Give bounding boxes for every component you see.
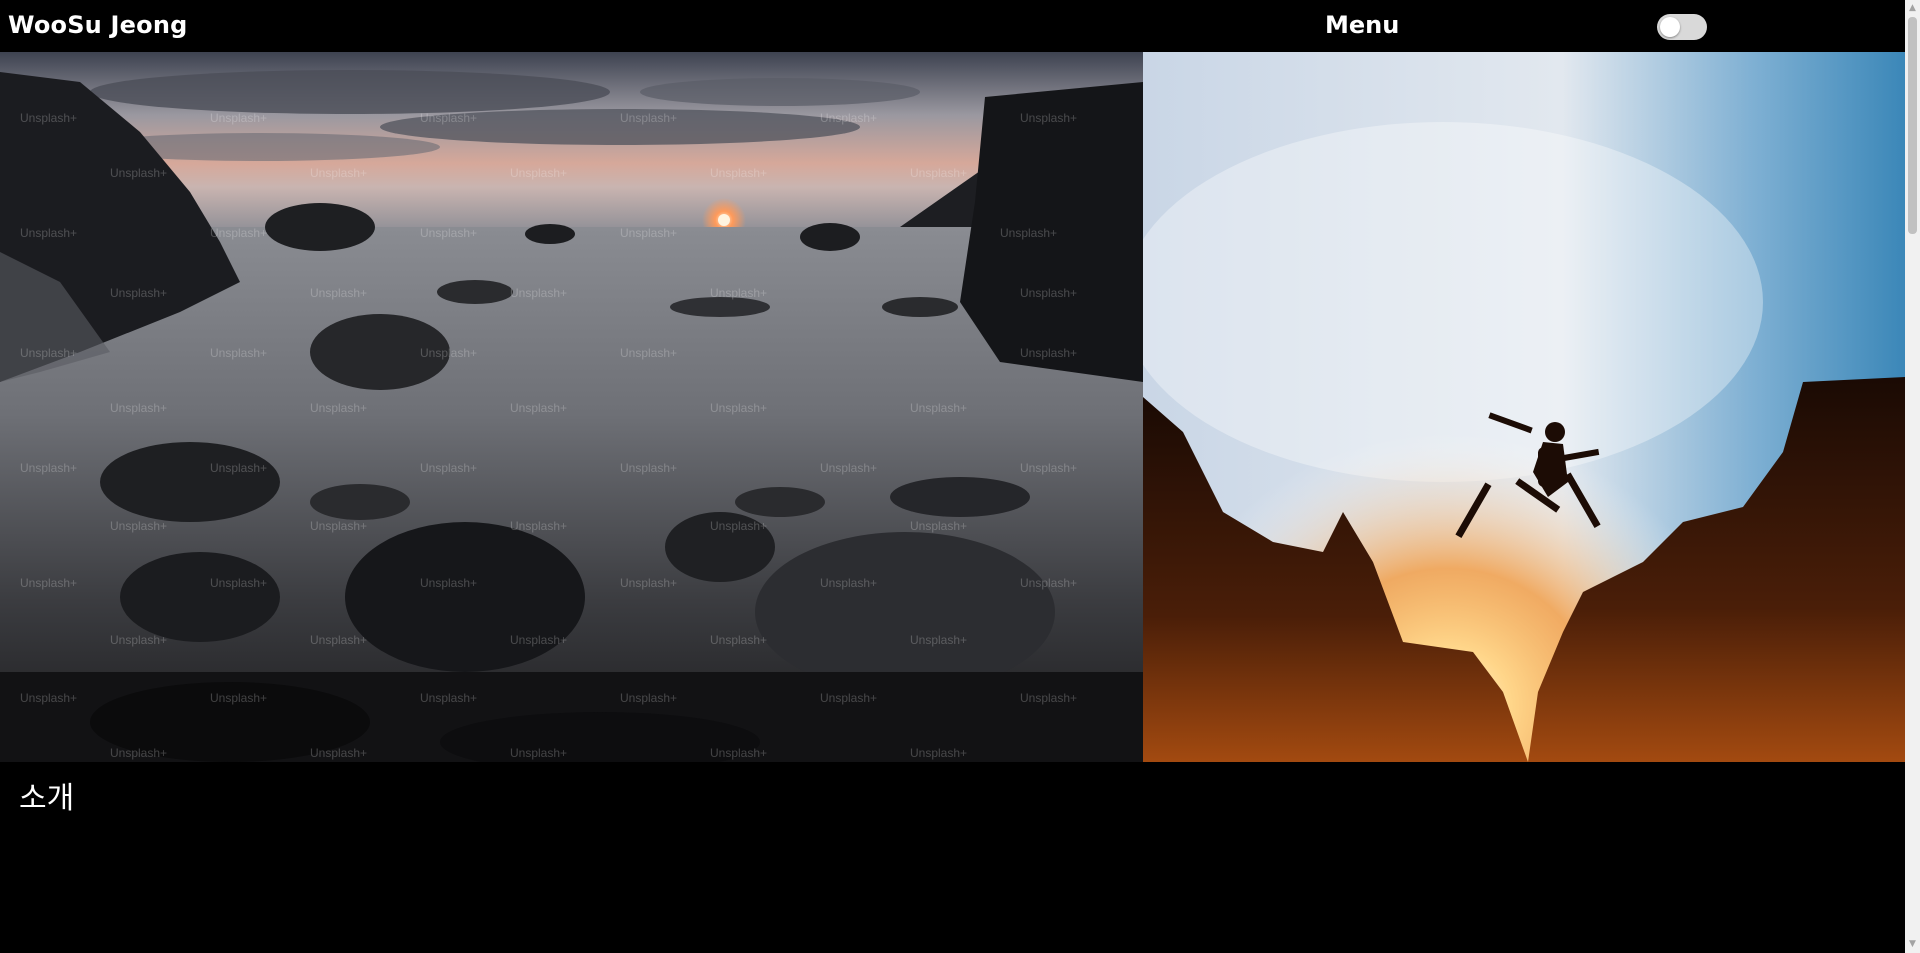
svg-text:Unsplash+: Unsplash+ — [110, 633, 167, 647]
svg-text:Unsplash+: Unsplash+ — [710, 286, 767, 300]
svg-text:Unsplash+: Unsplash+ — [1020, 111, 1077, 125]
svg-text:Unsplash+: Unsplash+ — [820, 576, 877, 590]
seascape-image: Unsplash+ Unsplash+ Unsplash+ Unsplash+ Unsp… — [0, 52, 1143, 762]
svg-text:Unsplash+: Unsplash+ — [1020, 346, 1077, 360]
svg-text:Unsplash+: Unsplash+ — [420, 576, 477, 590]
svg-text:Unsplash+: Unsplash+ — [910, 519, 967, 533]
svg-text:Unsplash+: Unsplash+ — [20, 111, 77, 125]
svg-text:Unsplash+: Unsplash+ — [620, 576, 677, 590]
svg-text:Unsplash+: Unsplash+ — [620, 691, 677, 705]
vertical-scrollbar[interactable]: ▲ ▼ — [1905, 0, 1920, 953]
svg-text:Unsplash+: Unsplash+ — [710, 401, 767, 415]
svg-text:Unsplash+: Unsplash+ — [310, 746, 367, 760]
svg-text:Unsplash+: Unsplash+ — [1020, 576, 1077, 590]
svg-text:Unsplash+: Unsplash+ — [510, 286, 567, 300]
svg-text:Unsplash+: Unsplash+ — [420, 346, 477, 360]
svg-text:Unsplash+: Unsplash+ — [510, 401, 567, 415]
svg-text:Unsplash+: Unsplash+ — [1020, 691, 1077, 705]
jumper-image — [1143, 52, 1905, 762]
svg-text:Unsplash+: Unsplash+ — [420, 461, 477, 475]
svg-text:Unsplash+: Unsplash+ — [910, 166, 967, 180]
svg-text:Unsplash+: Unsplash+ — [310, 633, 367, 647]
svg-text:Unsplash+: Unsplash+ — [820, 691, 877, 705]
svg-text:Unsplash+: Unsplash+ — [620, 461, 677, 475]
svg-text:Unsplash+: Unsplash+ — [510, 166, 567, 180]
site-brand[interactable]: WooSu Jeong — [8, 11, 187, 39]
hero-gallery: Unsplash+ Unsplash+ Unsplash+ Unsplash+ Unsp… — [0, 52, 1905, 762]
site-header: WooSu Jeong Menu — [0, 0, 1905, 52]
svg-text:Unsplash+: Unsplash+ — [820, 111, 877, 125]
svg-text:Unsplash+: Unsplash+ — [1020, 461, 1077, 475]
svg-text:Unsplash+: Unsplash+ — [310, 519, 367, 533]
svg-text:Unsplash+: Unsplash+ — [710, 519, 767, 533]
svg-text:Unsplash+: Unsplash+ — [210, 691, 267, 705]
svg-text:Unsplash+: Unsplash+ — [420, 226, 477, 240]
svg-text:Unsplash+: Unsplash+ — [820, 461, 877, 475]
svg-text:Unsplash+: Unsplash+ — [20, 576, 77, 590]
svg-text:Unsplash+: Unsplash+ — [110, 286, 167, 300]
svg-text:Unsplash+: Unsplash+ — [1020, 286, 1077, 300]
svg-text:Unsplash+: Unsplash+ — [910, 633, 967, 647]
scrollbar-thumb[interactable] — [1908, 17, 1917, 234]
svg-text:Unsplash+: Unsplash+ — [110, 746, 167, 760]
svg-text:Unsplash+: Unsplash+ — [420, 111, 477, 125]
svg-text:Unsplash+: Unsplash+ — [710, 166, 767, 180]
theme-toggle[interactable] — [1657, 14, 1707, 40]
scroll-down-icon[interactable]: ▼ — [1905, 936, 1920, 953]
svg-text:Unsplash+: Unsplash+ — [20, 461, 77, 475]
svg-text:Unsplash+: Unsplash+ — [620, 111, 677, 125]
svg-text:Unsplash+: Unsplash+ — [620, 226, 677, 240]
svg-text:Unsplash+: Unsplash+ — [910, 746, 967, 760]
svg-text:Unsplash+: Unsplash+ — [210, 461, 267, 475]
svg-text:Unsplash+: Unsplash+ — [310, 401, 367, 415]
svg-text:Unsplash+: Unsplash+ — [310, 286, 367, 300]
svg-text:Unsplash+: Unsplash+ — [20, 691, 77, 705]
svg-text:Unsplash+: Unsplash+ — [20, 346, 77, 360]
toggle-knob — [1660, 17, 1680, 37]
svg-text:Unsplash+: Unsplash+ — [20, 226, 77, 240]
svg-text:Unsplash+: Unsplash+ — [510, 519, 567, 533]
svg-text:Unsplash+: Unsplash+ — [710, 633, 767, 647]
svg-text:Unsplash+: Unsplash+ — [210, 111, 267, 125]
svg-text:Unsplash+: Unsplash+ — [510, 746, 567, 760]
svg-text:Unsplash+: Unsplash+ — [1000, 226, 1057, 240]
svg-text:Unsplash+: Unsplash+ — [510, 633, 567, 647]
page: WooSu Jeong Menu Unsplash+ Unsplash+ Uns… — [0, 0, 1920, 953]
svg-text:Unsplash+: Unsplash+ — [710, 746, 767, 760]
svg-text:Unsplash+: Unsplash+ — [420, 691, 477, 705]
svg-text:Unsplash+: Unsplash+ — [210, 576, 267, 590]
svg-text:Unsplash+: Unsplash+ — [910, 401, 967, 415]
svg-text:Unsplash+: Unsplash+ — [310, 166, 367, 180]
menu-button[interactable]: Menu — [1325, 11, 1399, 39]
svg-text:Unsplash+: Unsplash+ — [620, 346, 677, 360]
svg-text:Unsplash+: Unsplash+ — [210, 226, 267, 240]
svg-text:Unsplash+: Unsplash+ — [210, 346, 267, 360]
svg-text:Unsplash+: Unsplash+ — [110, 401, 167, 415]
svg-text:Unsplash+: Unsplash+ — [110, 519, 167, 533]
section-title-intro: 소개 — [19, 781, 75, 816]
scroll-up-icon[interactable]: ▲ — [1905, 0, 1920, 17]
svg-text:Unsplash+: Unsplash+ — [110, 166, 167, 180]
